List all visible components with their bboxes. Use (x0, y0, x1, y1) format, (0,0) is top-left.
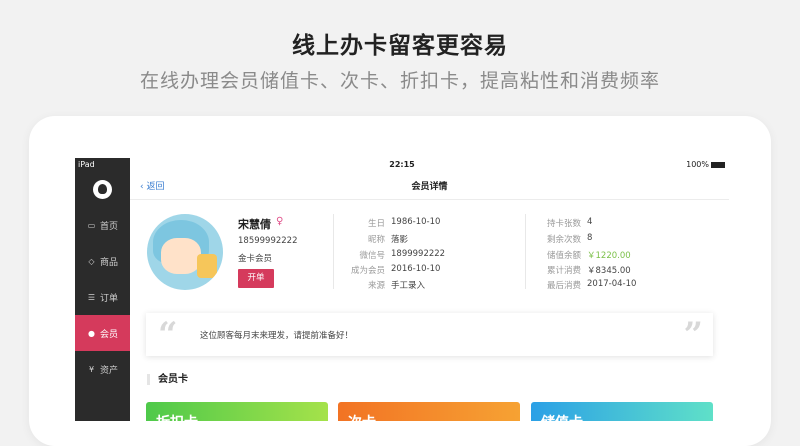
count-card[interactable]: 次卡 (338, 402, 520, 421)
top-nav-bar: ‹ 返回 会员详情 (130, 171, 729, 200)
carrier-label: iPad (78, 160, 95, 169)
person-icon: ● (87, 328, 95, 338)
stored-value-card[interactable]: 储值卡 (531, 402, 713, 421)
quote-open-icon: “ (158, 315, 178, 355)
yen-icon: ¥ (88, 364, 95, 374)
tablet-screen: ▭ 首页 ◇ 商品 ☰ 订单 ● 会员 ¥ 资产 iPad 22:15 100%… (75, 158, 729, 421)
hero-title: 线上办卡留客更容易 (292, 33, 508, 59)
chat-icon: ▭ (87, 220, 96, 230)
sidebar-item-assets[interactable]: ¥ 资产 (75, 351, 130, 387)
status-bar: iPad 22:15 100% (75, 158, 729, 171)
sidebar-item-label: 资产 (99, 365, 118, 376)
sidebar-item-orders[interactable]: ☰ 订单 (75, 279, 130, 315)
sidebar-item-label: 商品 (99, 257, 118, 268)
page-title: 会员详情 (411, 182, 448, 192)
sidebar-item-goods[interactable]: ◇ 商品 (75, 243, 130, 279)
note-text: 这位顾客每月末来理发，请提前准备好！ (200, 331, 354, 341)
avatar (147, 214, 223, 290)
discount-card[interactable]: 折扣卡 (146, 402, 328, 421)
battery-indicator: 100% (686, 160, 725, 169)
status-time: 22:15 (389, 160, 415, 169)
balance-value: ￥1220.00 (587, 251, 631, 261)
sidebar-item-members[interactable]: ● 会员 (75, 315, 130, 351)
open-order-button[interactable]: 开单 (238, 269, 274, 288)
sidebar-item-home[interactable]: ▭ 首页 (75, 207, 130, 243)
hero-subtitle: 在线办理会员储值卡、次卡、折扣卡，提高粘性和消费频率 (139, 70, 660, 92)
member-note: “ 这位顾客每月末来理发，请提前准备好！ ” (146, 313, 713, 356)
sidebar-item-label: 首页 (99, 221, 118, 232)
section-title: 会员卡 (147, 374, 188, 385)
sidebar: ▭ 首页 ◇ 商品 ☰ 订单 ● 会员 ¥ 资产 (75, 158, 130, 421)
divider (333, 214, 334, 289)
list-icon: ☰ (87, 292, 96, 302)
battery-percent: 100% (686, 160, 709, 169)
logo-icon[interactable] (93, 180, 112, 199)
quote-close-icon: ” (683, 315, 703, 355)
divider (525, 214, 526, 289)
member-phone: 18599992222 (238, 236, 298, 246)
female-icon: ♀ (276, 216, 284, 227)
sidebar-item-label: 订单 (99, 293, 118, 304)
battery-icon (711, 161, 725, 168)
member-level: 金卡会员 (238, 254, 273, 264)
sidebar-item-label: 会员 (99, 329, 118, 340)
member-name: 宋慧倩 (238, 218, 271, 231)
tag-icon: ◇ (88, 256, 95, 266)
